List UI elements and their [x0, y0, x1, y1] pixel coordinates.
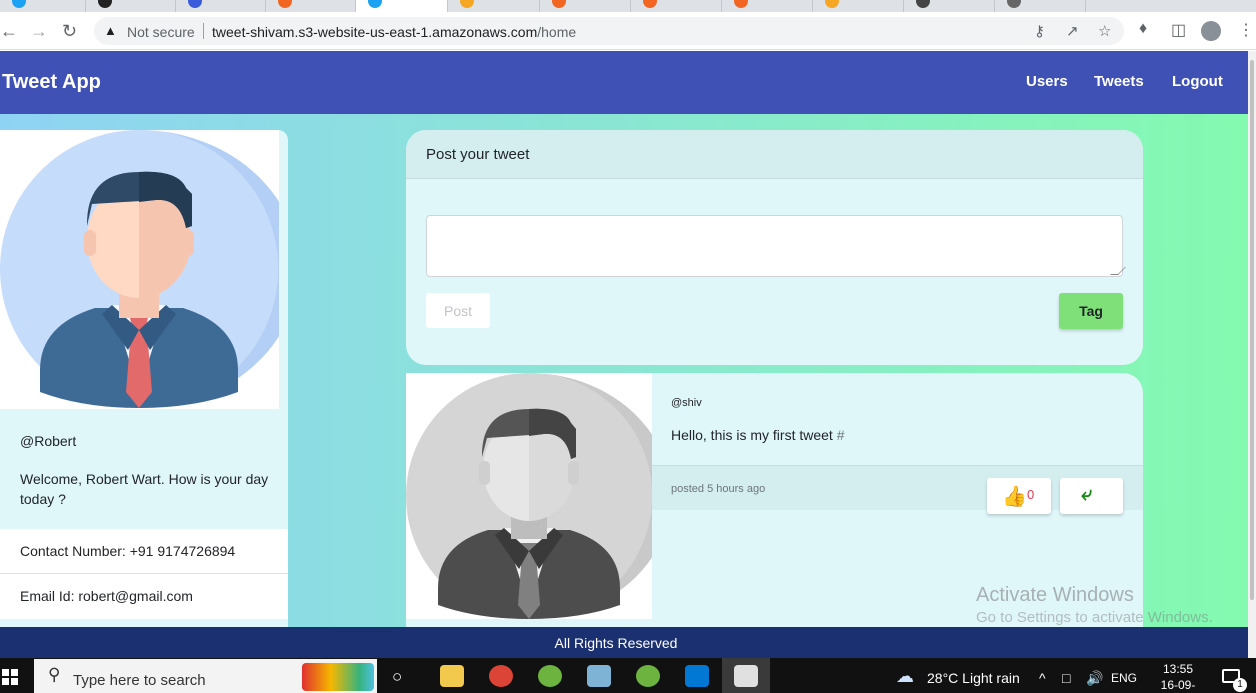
- spring-tool-icon-2[interactable]: [636, 665, 660, 687]
- clock-time: 13:55: [1162, 662, 1194, 676]
- search-icon: ⚲: [48, 665, 61, 684]
- tweet-username[interactable]: @shiv: [671, 397, 702, 409]
- security-label[interactable]: Not secure: [127, 24, 195, 40]
- activate-windows-title: Activate Windows: [976, 584, 1134, 606]
- volume-icon[interactable]: 🔊: [1086, 670, 1103, 687]
- browser-tab[interactable]: [0, 0, 86, 12]
- postman-icon: [734, 665, 758, 687]
- tag-button[interactable]: Tag: [1059, 293, 1123, 329]
- clock-date: 16-09-2022: [1160, 678, 1196, 692]
- reload-icon[interactable]: ↻: [62, 21, 77, 41]
- cloud-rain-icon[interactable]: ☁: [896, 666, 914, 687]
- reply-button[interactable]: ⤶: [1060, 478, 1123, 514]
- back-arrow-icon[interactable]: ←: [0, 21, 18, 41]
- browser-tab-active[interactable]: [356, 0, 448, 12]
- browser-tab[interactable]: [631, 0, 722, 12]
- browser-tab[interactable]: [448, 0, 540, 12]
- tweet-footer: posted 5 hours ago 👍 0 ⤶: [652, 465, 1143, 514]
- footer-text: All Rights Reserved: [554, 635, 678, 651]
- scrollbar-thumb[interactable]: [1250, 60, 1254, 600]
- notes-app-icon[interactable]: [587, 665, 611, 687]
- like-button[interactable]: 👍 0: [987, 478, 1051, 514]
- app-navbar: Tweet App Users Tweets Logout: [0, 51, 1248, 114]
- thumbs-up-icon: 👍: [1002, 486, 1027, 508]
- nav-link-users[interactable]: Users: [1026, 73, 1068, 90]
- browser-tab[interactable]: [813, 0, 904, 12]
- browser-tab[interactable]: [722, 0, 813, 12]
- tweet-input[interactable]: [426, 215, 1123, 277]
- search-highlight-image: [302, 663, 374, 691]
- contact-row: Contact Number: +91 9174726894: [0, 529, 288, 574]
- network-icon[interactable]: □: [1062, 670, 1070, 686]
- system-clock[interactable]: 13:55 16-09-2022: [1148, 661, 1208, 693]
- url-host: tweet-shivam.s3-website-us-east-1.amazon…: [212, 24, 538, 40]
- windows-taskbar: ⚲ Type here to search ○ ☁ 28°C Light rai…: [0, 658, 1256, 693]
- tweet-text: Hello, this is my first tweet #: [671, 427, 845, 443]
- app-brand[interactable]: Tweet App: [2, 71, 101, 94]
- tweet-avatar-image: [406, 373, 671, 619]
- taskbar-search-placeholder: Type here to search: [73, 672, 206, 689]
- post-card-title: Post your tweet: [426, 146, 530, 163]
- page-footer: All Rights Reserved: [0, 627, 1248, 658]
- active-app-highlight[interactable]: [722, 658, 770, 693]
- profile-avatar-icon[interactable]: [1201, 21, 1221, 41]
- vscode-icon[interactable]: [685, 665, 709, 687]
- forward-arrow-icon[interactable]: →: [30, 21, 48, 41]
- taskbar-search-box[interactable]: ⚲ Type here to search: [34, 659, 377, 693]
- like-count: 0: [1027, 487, 1035, 502]
- url-path: /home: [537, 24, 577, 40]
- address-bar[interactable]: ▲ Not secure tweet-shivam.s3-website-us-…: [94, 17, 1124, 45]
- email-id: Email Id: robert@gmail.com: [20, 588, 193, 604]
- windows-start-icon[interactable]: [2, 669, 18, 685]
- profile-avatar-image: [0, 130, 288, 409]
- post-button[interactable]: Post: [426, 293, 490, 328]
- browser-tab[interactable]: [904, 0, 995, 12]
- contact-number: Contact Number: +91 9174726894: [20, 543, 236, 559]
- task-view-icon[interactable]: ○: [392, 667, 402, 687]
- side-panel-icon[interactable]: ◫: [1171, 20, 1186, 40]
- notification-count: 1: [1233, 678, 1247, 692]
- tweet-timestamp: posted 5 hours ago: [671, 483, 766, 495]
- file-explorer-icon[interactable]: [440, 665, 464, 687]
- activate-windows-subtitle: Go to Settings to activate Windows.: [976, 609, 1213, 626]
- menu-dots-icon[interactable]: ⋮: [1238, 20, 1254, 40]
- chevron-up-icon[interactable]: ^: [1039, 670, 1046, 686]
- browser-tab[interactable]: [540, 0, 631, 12]
- post-tweet-card: Post your tweet Post Tag: [406, 130, 1143, 365]
- divider: [203, 23, 204, 39]
- main-content: @Robert Welcome, Robert Wart. How is you…: [0, 114, 1248, 627]
- profile-welcome-text: Welcome, Robert Wart. How is your day to…: [20, 471, 269, 507]
- url-text[interactable]: tweet-shivam.s3-website-us-east-1.amazon…: [212, 24, 576, 40]
- extensions-icon[interactable]: ♦: [1139, 20, 1147, 38]
- browser-tab[interactable]: [995, 0, 1086, 12]
- reply-arrow-icon: ⤶: [1081, 483, 1093, 505]
- share-icon[interactable]: ↗: [1066, 22, 1079, 40]
- browser-tab-strip: [0, 0, 1256, 12]
- weather-text[interactable]: 28°C Light rain: [927, 670, 1020, 686]
- profile-card: @Robert Welcome, Robert Wart. How is you…: [0, 130, 288, 627]
- star-icon[interactable]: ☆: [1098, 22, 1111, 40]
- email-row: Email Id: robert@gmail.com: [0, 574, 288, 619]
- browser-tab[interactable]: [176, 0, 266, 12]
- hashtag-icon: #: [836, 427, 845, 443]
- warning-triangle-icon[interactable]: ▲: [104, 23, 117, 38]
- post-card-header: Post your tweet: [406, 130, 1143, 179]
- profile-handle: @Robert: [20, 433, 77, 449]
- language-indicator[interactable]: ENG: [1111, 671, 1137, 685]
- nav-link-logout[interactable]: Logout: [1172, 73, 1223, 90]
- spring-tool-icon[interactable]: [538, 665, 562, 687]
- nav-link-tweets[interactable]: Tweets: [1094, 73, 1144, 90]
- browser-tab[interactable]: [266, 0, 356, 12]
- tweet-body: Hello, this is my first tweet: [671, 427, 833, 443]
- browser-toolbar: ← → ↻ ▲ Not secure tweet-shivam.s3-websi…: [0, 12, 1256, 50]
- chrome-icon[interactable]: [489, 665, 513, 687]
- key-icon[interactable]: ⚷: [1034, 22, 1045, 40]
- browser-tab[interactable]: [86, 0, 176, 12]
